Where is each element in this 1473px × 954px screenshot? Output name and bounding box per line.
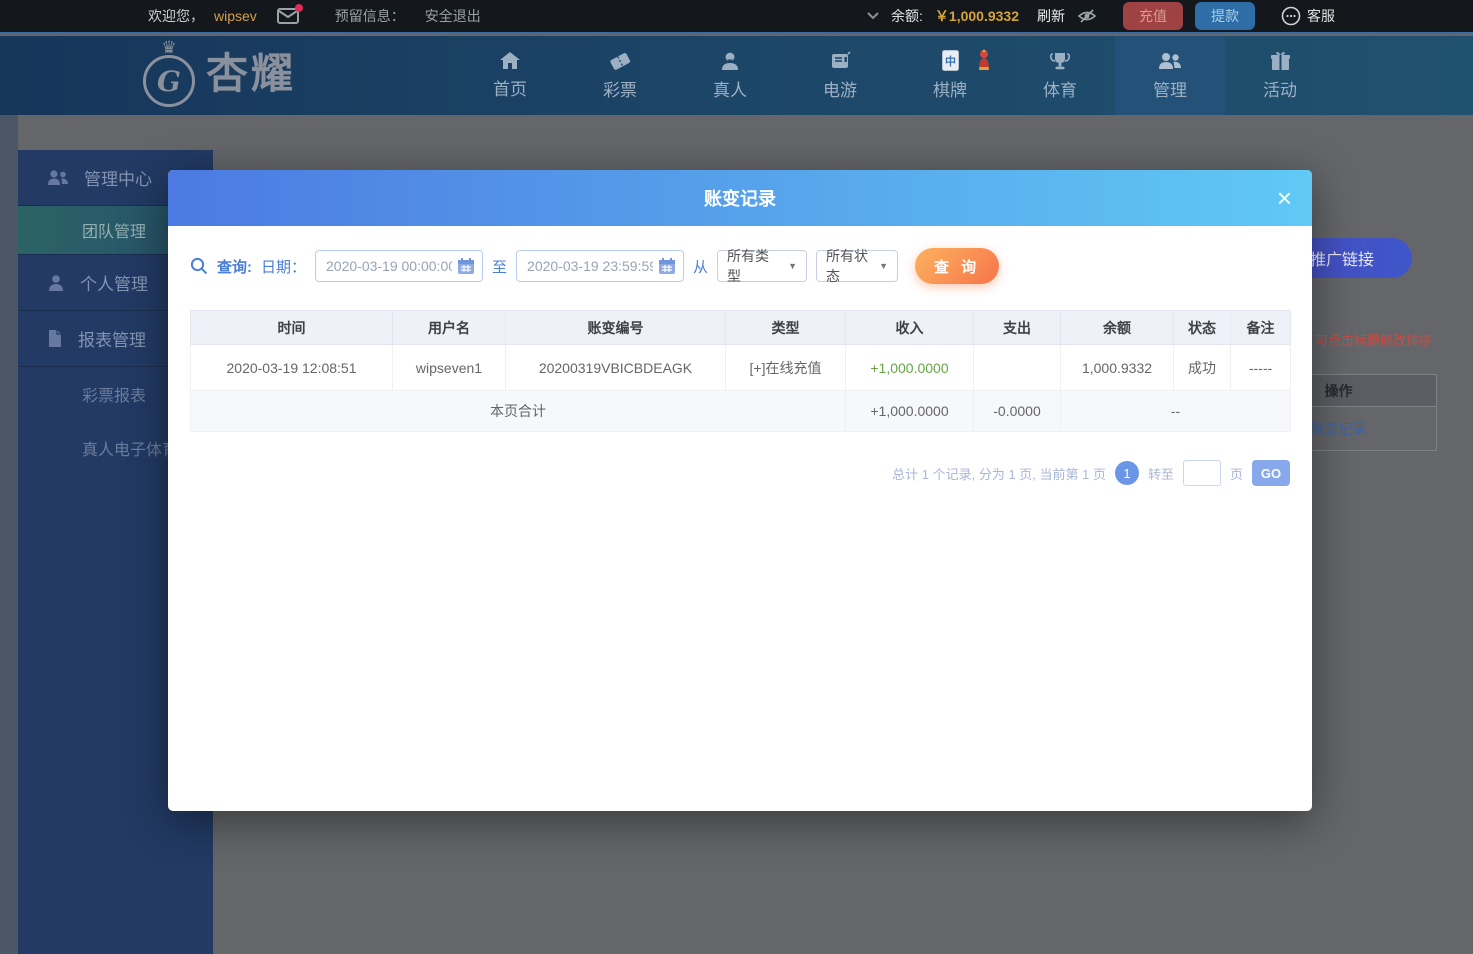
nav-item-home[interactable]: 首页 xyxy=(455,36,565,115)
date-label: 日期： xyxy=(261,256,306,277)
col-status: 状态 xyxy=(1174,311,1231,345)
chevron-down-icon[interactable] xyxy=(867,12,879,20)
select-arrow-icon: ▼ xyxy=(788,261,797,271)
cell-status: 成功 xyxy=(1174,345,1231,391)
ticket-icon xyxy=(608,51,632,71)
chat-icon xyxy=(1281,6,1301,26)
select-arrow-icon: ▼ xyxy=(879,261,888,271)
withdraw-button[interactable]: 提款 xyxy=(1195,2,1255,30)
cell-record-no: 20200319VBICBDEAGK xyxy=(506,345,726,391)
page-number-button[interactable]: 1 xyxy=(1115,461,1139,485)
topbar: 欢迎您， wipsev 预留信息： 安全退出 余额: ￥1,000.9332 刷新… xyxy=(0,0,1473,34)
mascot-icon xyxy=(976,48,992,72)
goto-label: 转至 xyxy=(1148,464,1174,483)
dealer-icon xyxy=(719,51,741,71)
pagination-summary: 总计 1 个记录, 分为 1 页, 当前第 1 页 xyxy=(892,464,1106,483)
trophy-icon xyxy=(1049,51,1071,71)
recharge-button[interactable]: 充值 xyxy=(1123,2,1183,30)
summary-expense: -0.0000 xyxy=(974,391,1061,432)
cell-time: 2020-03-19 12:08:51 xyxy=(191,345,393,391)
modal-title: 账变记录 xyxy=(704,185,776,211)
document-icon xyxy=(46,329,64,348)
customer-service-button[interactable]: 客服 xyxy=(1281,6,1335,26)
welcome-text: 欢迎您， xyxy=(148,6,204,26)
summary-income: +1,000.0000 xyxy=(846,391,974,432)
col-balance: 余额 xyxy=(1061,311,1174,345)
calendar-icon[interactable] xyxy=(457,257,475,275)
calendar-icon[interactable] xyxy=(658,257,676,275)
svg-text:中: 中 xyxy=(945,54,956,68)
cell-type: [+]在线充值 xyxy=(726,345,846,391)
cell-username: wipseven1 xyxy=(393,345,506,391)
mahjong-tile-icon: 中 xyxy=(942,50,959,71)
records-table: 时间 用户名 账变编号 类型 收入 支出 余额 状态 备注 2020-03-19… xyxy=(190,310,1291,432)
team-icon xyxy=(46,169,70,187)
goto-page-input[interactable] xyxy=(1183,460,1221,486)
status-select[interactable]: 所有状态 ▼ xyxy=(816,250,898,282)
col-time: 时间 xyxy=(191,311,393,345)
sort-hint-text: ：可点击标题修改排序 xyxy=(1302,330,1432,349)
table-header-row: 时间 用户名 账变编号 类型 收入 支出 余额 状态 备注 xyxy=(191,311,1291,345)
cell-balance: 1,000.9332 xyxy=(1061,345,1174,391)
balance-value: ￥1,000.9332 xyxy=(935,6,1019,26)
col-username: 用户名 xyxy=(393,311,506,345)
nav-item-activity[interactable]: 活动 xyxy=(1225,36,1335,115)
service-label: 客服 xyxy=(1307,6,1335,26)
mail-button[interactable] xyxy=(277,8,299,24)
reserved-info-label: 预留信息： xyxy=(335,6,405,26)
main-navbar: ♛ G 杏耀 首页 彩票 真人 电游 中 棋牌 体育 xyxy=(0,36,1473,115)
query-button[interactable]: 查 询 xyxy=(915,248,999,284)
nav-item-live[interactable]: 真人 xyxy=(675,36,785,115)
nav-item-egame[interactable]: 电游 xyxy=(785,36,895,115)
col-income: 收入 xyxy=(846,311,974,345)
mail-badge-dot xyxy=(295,4,303,12)
account-change-modal: 账变记录 × 查询: 日期： 至 从 所有类型 ▼ 所有状态 ▼ 查 询 xyxy=(168,170,1312,811)
summary-rest: -- xyxy=(1061,391,1291,432)
pagination: 总计 1 个记录, 分为 1 页, 当前第 1 页 1 转至 页 GO xyxy=(190,460,1290,486)
home-icon xyxy=(499,51,521,70)
users-icon xyxy=(1157,51,1183,71)
gift-icon xyxy=(1270,51,1291,71)
from-label: 从 xyxy=(693,256,708,277)
query-label: 查询: xyxy=(217,256,252,277)
close-icon[interactable]: × xyxy=(1277,185,1292,211)
go-button[interactable]: GO xyxy=(1252,460,1290,486)
search-filter-row: 查询: 日期： 至 从 所有类型 ▼ 所有状态 ▼ 查 询 xyxy=(190,248,1312,284)
username-text: wipsev xyxy=(214,8,257,24)
table-row: 2020-03-19 12:08:51 wipseven1 20200319VB… xyxy=(191,345,1291,391)
modal-header: 账变记录 × xyxy=(168,170,1312,226)
nav-item-boardgames[interactable]: 中 棋牌 xyxy=(895,36,1005,115)
search-icon xyxy=(190,257,208,275)
page-left-strip xyxy=(0,115,18,954)
nav-item-lottery[interactable]: 彩票 xyxy=(565,36,675,115)
logout-link[interactable]: 安全退出 xyxy=(425,6,481,26)
cell-remark: ----- xyxy=(1231,345,1291,391)
col-remark: 备注 xyxy=(1231,311,1291,345)
page-unit-label: 页 xyxy=(1230,464,1243,483)
col-record-no: 账变编号 xyxy=(506,311,726,345)
site-logo[interactable]: ♛ G 杏耀 xyxy=(140,42,296,106)
type-select[interactable]: 所有类型 ▼ xyxy=(717,250,807,282)
col-expense: 支出 xyxy=(974,311,1061,345)
cell-expense xyxy=(974,345,1061,391)
logo-crest-icon: ♛ G xyxy=(140,42,198,106)
nav-item-manage[interactable]: 管理 xyxy=(1115,36,1225,115)
arcade-icon xyxy=(829,51,851,71)
summary-label: 本页合计 xyxy=(191,391,846,432)
eye-off-icon[interactable] xyxy=(1077,8,1097,24)
nav-item-sports[interactable]: 体育 xyxy=(1005,36,1115,115)
to-label: 至 xyxy=(492,256,507,277)
cell-income: +1,000.0000 xyxy=(846,345,974,391)
logo-text: 杏耀 xyxy=(206,42,296,106)
person-icon xyxy=(46,274,66,292)
summary-row: 本页合计 +1,000.0000 -0.0000 -- xyxy=(191,391,1291,432)
refresh-link[interactable]: 刷新 xyxy=(1037,6,1065,26)
balance-label: 余额: xyxy=(891,6,923,26)
col-type: 类型 xyxy=(726,311,846,345)
